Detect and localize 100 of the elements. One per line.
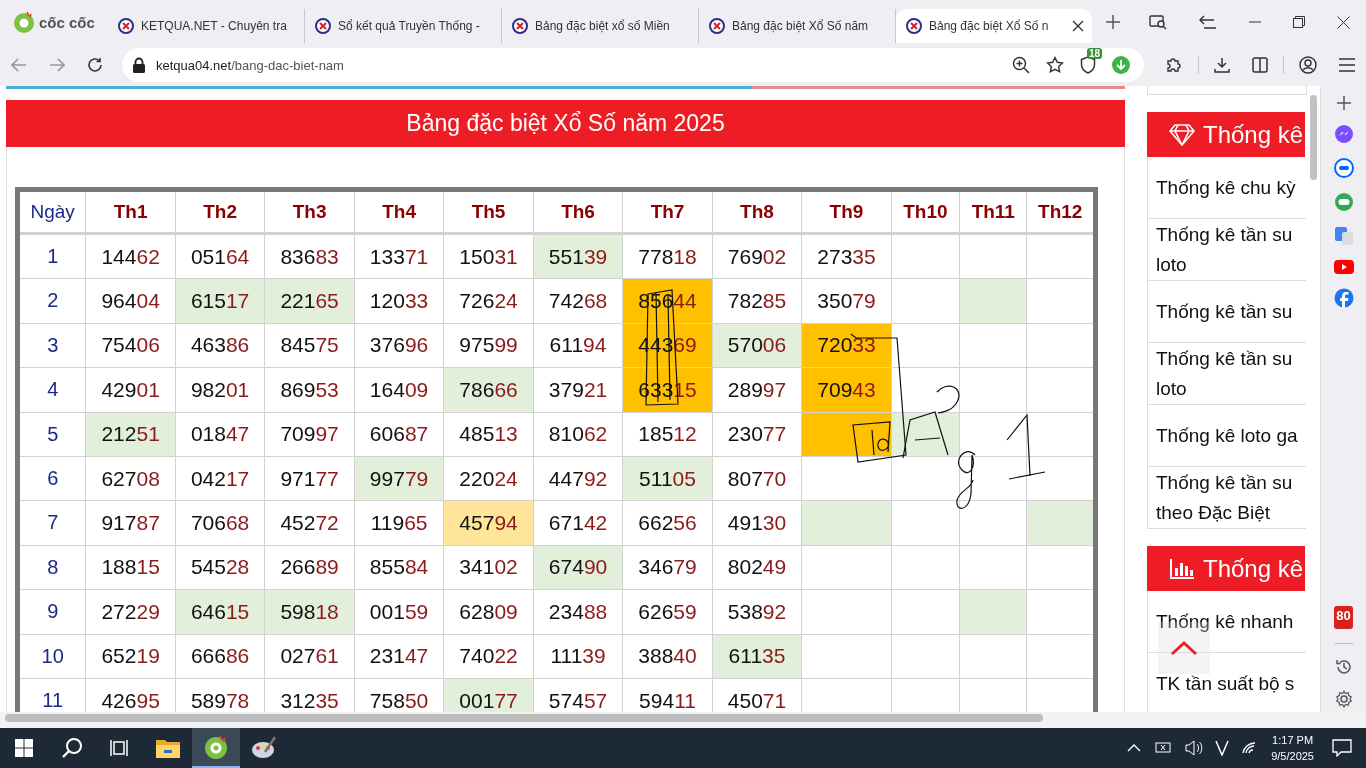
site-favicon-icon (315, 18, 331, 34)
chat-app-icon[interactable] (1333, 158, 1354, 178)
number-cell: 55139 (533, 233, 623, 279)
tab-list-icon[interactable] (1199, 14, 1217, 30)
column-header: Th5 (443, 189, 534, 234)
sidebar-link[interactable]: Thống kê nhanh (1148, 591, 1306, 653)
sidebar-link[interactable]: Thống kê tần su (1148, 281, 1306, 343)
wifi-icon[interactable] (1241, 741, 1258, 755)
menu-icon[interactable] (1339, 58, 1355, 72)
clock-time[interactable]: 1:17 PM (1272, 732, 1314, 748)
number-cell: 45272 (264, 500, 355, 546)
split-view-icon[interactable] (1252, 57, 1268, 73)
extensions-icon[interactable] (1165, 56, 1183, 74)
social-icon[interactable] (1333, 288, 1354, 308)
number-cell: 22024 (443, 456, 534, 501)
number-cell: 80249 (712, 545, 802, 590)
add-icon[interactable] (1336, 96, 1351, 110)
chat-bubble-icon[interactable] (1333, 124, 1354, 144)
number-cell: 99779 (354, 456, 444, 501)
number-cell: 77818 (622, 233, 713, 279)
sidebar-link[interactable]: Thống kê loto ga (1148, 405, 1306, 467)
number-cell: 38840 (622, 634, 713, 679)
settings-icon[interactable] (1334, 690, 1353, 708)
column-header: Th9 (801, 189, 892, 234)
number-cell: 23488 (533, 589, 623, 634)
number-cell: 78285 (712, 278, 802, 324)
logo-icon (12, 10, 36, 34)
v-shape-icon[interactable] (1215, 740, 1230, 756)
number-cell: 62659 (622, 589, 713, 634)
bar-chart-icon (1169, 557, 1195, 580)
number-cell: 86953 (264, 367, 355, 413)
number-cell: 76902 (712, 233, 802, 279)
site-favicon-icon (118, 18, 134, 34)
new-tab-icon[interactable] (1106, 15, 1120, 29)
number-cell: 00159 (354, 589, 444, 634)
number-cell: 45794 (443, 500, 534, 546)
download-icon[interactable] (1214, 57, 1230, 73)
number-cell: 85584 (354, 545, 444, 590)
browser-tab[interactable]: KETQUA.NET - Chuyên tra (108, 9, 305, 43)
restore-icon[interactable] (1293, 16, 1305, 28)
day-cell: 3 (17, 323, 86, 368)
pen-stroke (1005, 413, 1047, 481)
shield-icon[interactable] (1080, 56, 1096, 74)
day-cell: 4 (17, 367, 86, 413)
video-play-icon[interactable] (1333, 260, 1354, 274)
palette-icon (251, 736, 277, 760)
number-cell: 60687 (354, 412, 444, 457)
day-cell: 2 (17, 278, 86, 324)
sidebar-link[interactable]: Thống kê tần su theo Đặc Biệt (1148, 467, 1306, 529)
clock-date[interactable]: 9/5/2025 (1271, 748, 1314, 764)
number-cell: 57006 (712, 323, 802, 368)
screen-search-icon[interactable] (1149, 14, 1167, 30)
download-circle-icon[interactable] (1112, 56, 1130, 74)
section-title: Thống kê (1203, 120, 1304, 149)
number-cell: 12033 (354, 278, 444, 324)
number-cell: 59818 (264, 589, 355, 634)
zoom-in-icon[interactable] (1012, 56, 1030, 74)
address-bar[interactable]: ketqua04.net/bang-dac-biet-nam 18 (122, 48, 1144, 82)
scrollbar-thumb[interactable] (1310, 95, 1317, 180)
number-cell: 13371 (354, 233, 444, 279)
sidebar-link[interactable]: Thống kê chu kỳ (1148, 157, 1306, 219)
folder-icon (156, 738, 180, 758)
app-badge[interactable]: 80 (1334, 606, 1353, 629)
reload-icon[interactable] (87, 57, 103, 73)
number-cell: 61194 (533, 323, 623, 368)
diamond-icon (1169, 123, 1195, 146)
taskbar-button[interactable] (192, 728, 240, 768)
browser-tab[interactable]: Bảng đặc biệt Xổ Số n (896, 9, 1092, 43)
column-header: Th4 (354, 189, 444, 234)
url-text[interactable]: ketqua04.net/bang-dac-biet-nam (156, 57, 344, 73)
history-icon[interactable] (1334, 658, 1353, 676)
sidebar-link[interactable]: Thống kê tần su loto (1148, 219, 1306, 281)
number-cell: 62809 (443, 589, 534, 634)
browser-tab[interactable]: Bảng đặc biệt Xổ Số năm (699, 9, 896, 43)
browser-tab[interactable]: Sổ kết quả Truyền Thống - (305, 9, 502, 43)
number-cell: 61517 (175, 278, 265, 324)
number-cell: 81062 (533, 412, 623, 457)
number-cell: 21251 (85, 412, 176, 457)
number-cell: 11139 (533, 634, 623, 679)
number-cell: 27335 (801, 233, 892, 279)
close-icon[interactable] (1072, 20, 1084, 32)
scrollbar-thumb[interactable] (5, 714, 1043, 722)
sidebar-link[interactable]: Thống kê tần su loto (1148, 343, 1306, 405)
notification-icon[interactable] (1332, 739, 1352, 757)
day-cell: 1 (17, 233, 86, 279)
number-cell: 27229 (85, 589, 176, 634)
chevron-up-icon[interactable] (1127, 744, 1142, 752)
browser-tab[interactable]: Bảng đặc biệt xổ số Miền (502, 9, 699, 43)
lock-icon (132, 57, 146, 73)
battery-icon[interactable] (1153, 741, 1174, 755)
volume-icon[interactable] (1185, 740, 1204, 756)
number-cell: 97599 (443, 323, 534, 368)
close-window-icon[interactable] (1337, 15, 1350, 29)
star-icon[interactable] (1046, 56, 1064, 74)
number-cell: 51105 (622, 456, 713, 501)
browser-icon (203, 734, 229, 760)
number-cell: 74022 (443, 634, 534, 679)
profile-icon[interactable] (1299, 56, 1317, 74)
number-cell: 72033 (801, 323, 892, 368)
number-cell: 84575 (264, 323, 355, 368)
